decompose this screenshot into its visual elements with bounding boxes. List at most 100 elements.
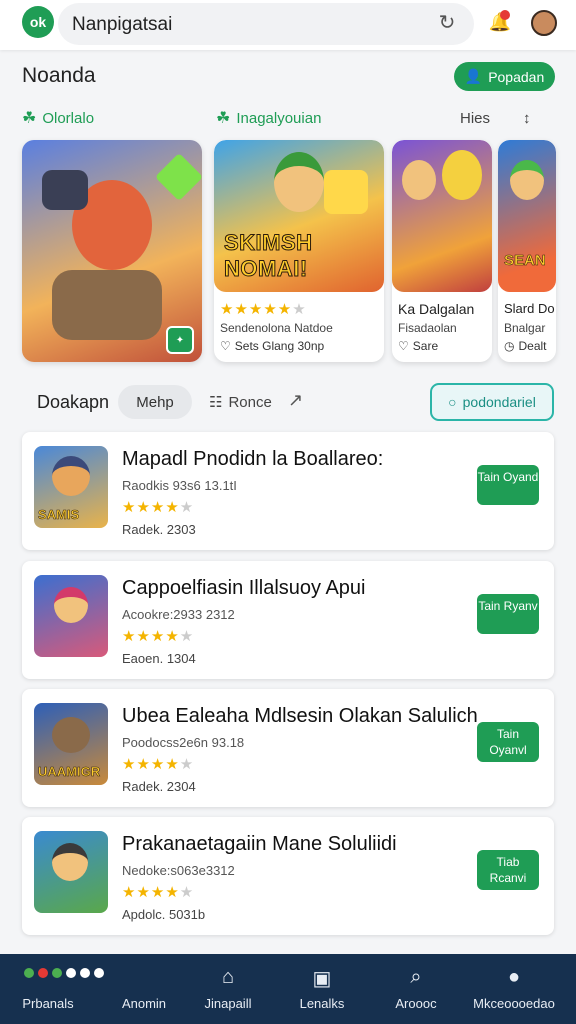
tab-ronce[interactable]: ☷ Ronce bbox=[209, 393, 272, 412]
install-button[interactable]: Tain Oyand bbox=[477, 465, 539, 505]
item-subtitle: Raodkis 93s6 13.1tI bbox=[122, 478, 237, 493]
game-art: SKIMSH NOMAI! bbox=[214, 140, 384, 292]
featured-card-skimsh[interactable]: SKIMSH NOMAI! ★★★★★★ Sendenolona Natdoe … bbox=[214, 140, 384, 362]
filter-inagalyouian[interactable]: ☘ Inagalyouian bbox=[216, 108, 321, 128]
game-thumbnail: UAAMIGR bbox=[34, 703, 108, 785]
character-head bbox=[442, 150, 482, 200]
hies-toggle[interactable]: Hies bbox=[460, 110, 490, 127]
star-icon bbox=[154, 152, 202, 202]
item-subtitle: Poodocss2e6n 93.18 bbox=[122, 735, 245, 750]
nav-item-anomin[interactable]: Anomin bbox=[96, 954, 192, 1024]
download-button-label: podondariel bbox=[462, 394, 536, 410]
thumbnail-label: SAMIS bbox=[38, 507, 80, 523]
user-icon: 👤 bbox=[464, 68, 483, 84]
card-title: Ka Dalgalan bbox=[398, 301, 475, 317]
book-icon: ▣ bbox=[312, 968, 332, 990]
card-subtitle: Sendenolona Natdoe bbox=[220, 321, 333, 335]
rating-stars: ★★★★★ bbox=[122, 884, 195, 901]
bottom-nav: Prbanals Anomin ⌂ Jinapaill ▣ Lenalks ⌕ … bbox=[0, 954, 576, 1024]
item-title: Cappoelfiasin Illalsuoy Apui bbox=[122, 577, 366, 599]
nav-item-aroooc[interactable]: ⌕ Aroooc bbox=[368, 954, 464, 1024]
search-bar[interactable]: Nanpigatsai ↻ bbox=[58, 3, 474, 45]
item-title: Prakanaetagaiin Mane Soluliidi bbox=[122, 833, 397, 855]
tab-main[interactable]: Doakapn bbox=[37, 392, 109, 413]
card-meta: ♡ Sare bbox=[398, 339, 438, 353]
list-item[interactable]: Prakanaetagaiin Mane Soluliidi Nedoke:s0… bbox=[22, 817, 554, 935]
character-head bbox=[274, 152, 324, 212]
search-text: Nanpigatsai bbox=[72, 14, 173, 35]
game-badge-icon: ✦ bbox=[166, 326, 194, 354]
featured-card-hero[interactable]: ✦ bbox=[22, 140, 202, 362]
game-thumbnail bbox=[34, 831, 108, 913]
nav-label: Mkceoooedao bbox=[473, 996, 555, 1011]
card-title: Slard Do bbox=[504, 301, 555, 316]
filter-label: Olorlalo bbox=[42, 109, 95, 127]
item-meta: Eaoen. 1304 bbox=[122, 651, 196, 666]
install-button[interactable]: Tiab Rcanvi bbox=[477, 850, 539, 890]
nav-label: Jinapaill bbox=[204, 996, 252, 1011]
card-subtitle: Fisadaolan bbox=[398, 321, 457, 335]
filter-label: Inagalyouian bbox=[236, 109, 322, 127]
nav-item-jinapaill[interactable]: ⌂ Jinapaill bbox=[180, 954, 276, 1024]
install-button[interactable]: Tain Oyanvl bbox=[477, 722, 539, 762]
heart-icon: ♡ bbox=[220, 339, 231, 353]
card-subtitle: Bnalgar bbox=[504, 321, 546, 335]
featured-card-dalgalan[interactable]: Ka Dalgalan Fisadaolan ♡ Sare bbox=[392, 140, 492, 362]
tab-mehp[interactable]: Mehp bbox=[118, 385, 192, 419]
popular-button[interactable]: 👤 Popadan bbox=[454, 62, 555, 91]
section-title: Noanda bbox=[22, 64, 96, 87]
game-art: SEAN bbox=[498, 140, 556, 292]
refresh-icon[interactable]: ↻ bbox=[436, 12, 458, 34]
store-icon: ⌂ bbox=[221, 966, 235, 988]
download-button[interactable]: ○ podondariel bbox=[430, 383, 554, 421]
blaster-icon bbox=[42, 170, 88, 210]
filter-olorlalo[interactable]: ☘ Olorlalo bbox=[22, 108, 94, 128]
sort-icon[interactable]: ↕ bbox=[523, 110, 531, 127]
rating-stars: ★★★★★ bbox=[122, 628, 195, 645]
list-item[interactable]: SAMIS Mapadl Pnodidn la Boallareo: Raodk… bbox=[22, 432, 554, 550]
dots-icon bbox=[24, 968, 104, 978]
game-art-title: SEAN bbox=[504, 252, 546, 270]
nav-item-mkceoooedao[interactable]: ● Mkceoooedao bbox=[464, 954, 564, 1024]
download-icon: ○ bbox=[448, 394, 457, 410]
avatar[interactable] bbox=[531, 10, 557, 36]
tab-ronce-label: Ronce bbox=[228, 393, 272, 411]
profile-icon: ● bbox=[507, 966, 521, 988]
nav-item-lenalks[interactable]: ▣ Lenalks bbox=[274, 954, 370, 1024]
game-thumbnail bbox=[34, 575, 108, 657]
card-meta-text: Sets Glang 30np bbox=[234, 339, 325, 353]
character-head bbox=[52, 717, 90, 753]
list-item[interactable]: UAAMIGR Ubea Ealeaha Mdlsesin Olakan Sal… bbox=[22, 689, 554, 807]
notification-badge bbox=[500, 10, 510, 20]
app-logo[interactable]: ok bbox=[22, 6, 54, 38]
share-icon[interactable]: ↗ bbox=[288, 390, 303, 411]
card-meta-text: Dealt bbox=[518, 339, 547, 353]
item-subtitle: Nedoke:s063e3312 bbox=[122, 863, 235, 878]
leaf-icon: ☘ bbox=[216, 110, 231, 127]
card-meta: ◷ Dealt bbox=[504, 339, 547, 353]
nav-label: Lenalks bbox=[299, 996, 345, 1011]
item-meta: Radek. 2303 bbox=[122, 522, 196, 537]
cube-icon bbox=[324, 170, 368, 214]
featured-card-slard[interactable]: SEAN Slard Do Bnalgar ◷ Dealt bbox=[498, 140, 556, 362]
rating-stars: ★★★★★ bbox=[122, 756, 195, 773]
leaf-icon: ☘ bbox=[22, 110, 37, 127]
thumbnail-label: UAAMIGR bbox=[38, 764, 101, 780]
nav-label: Prbanals bbox=[22, 996, 74, 1011]
item-meta: Radek. 2304 bbox=[122, 779, 196, 794]
list-item[interactable]: Cappoelfiasin Illalsuoy Apui Acookre:293… bbox=[22, 561, 554, 679]
install-button[interactable]: Tain Ryanv bbox=[477, 594, 539, 634]
item-subtitle: Acookre:2933 2312 bbox=[122, 607, 235, 622]
search-icon: ⌕ bbox=[410, 966, 422, 988]
nav-label: Aroooc bbox=[395, 996, 437, 1011]
game-art bbox=[392, 140, 492, 292]
heart-icon: ♡ bbox=[398, 339, 409, 353]
game-thumbnail: SAMIS bbox=[34, 446, 108, 528]
nav-item-prbanals[interactable]: Prbanals bbox=[0, 954, 104, 1024]
game-art-title: SKIMSH NOMAI! bbox=[224, 230, 313, 282]
tag-icon: ☷ bbox=[209, 394, 223, 411]
item-meta: Apdolc. 5031b bbox=[122, 907, 206, 922]
character-head bbox=[510, 160, 544, 200]
item-title: Mapadl Pnodidn la Boallareo: bbox=[122, 448, 384, 470]
hero-body bbox=[52, 270, 162, 340]
